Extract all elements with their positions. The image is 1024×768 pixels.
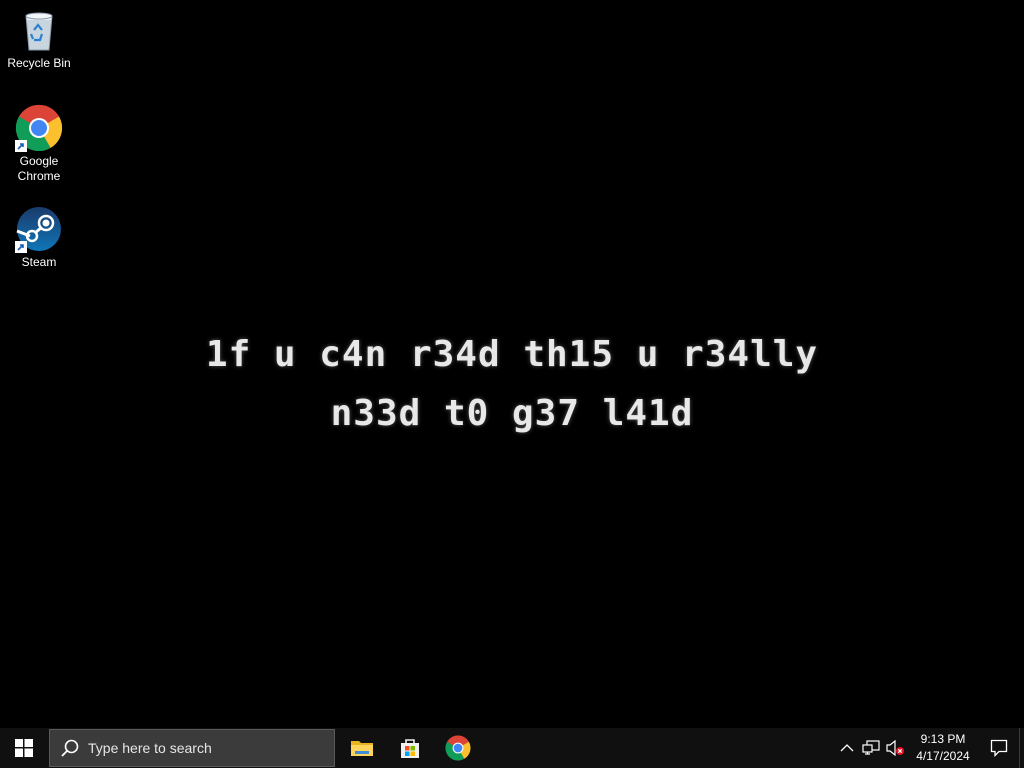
volume-button[interactable] [883,728,907,768]
clock-date: 4/17/2024 [916,749,970,763]
desktop-icon-label: Google Chrome [17,154,61,183]
network-icon [862,740,880,755]
search-placeholder: Type here to search [88,740,212,756]
start-button[interactable] [0,728,48,768]
chrome-icon [445,735,471,761]
show-desktop-button[interactable] [1019,728,1024,768]
desktop-icon-recycle-bin[interactable]: Recycle Bin [2,6,76,71]
network-button[interactable] [859,728,883,768]
recycle-bin-icon [15,6,63,54]
steam-icon [15,205,63,253]
action-center-button[interactable] [979,728,1019,768]
show-hidden-icons-button[interactable] [835,728,859,768]
search-box[interactable]: Type here to search [49,729,335,767]
clock-time: 9:13 PM [920,732,966,746]
action-center-icon [990,739,1008,757]
windows-start-icon [15,739,33,757]
file-explorer-icon [351,741,373,756]
taskbar: Type here to search 9:13 PM 4/17/2024 [0,728,1024,768]
taskbar-google-chrome[interactable] [434,728,482,768]
volume-muted-icon [886,740,904,756]
taskbar-microsoft-store[interactable] [386,728,434,768]
chevron-up-icon [840,744,854,752]
desktop: Recycle Bin Google Chrome Steam 1f u c4n… [0,0,1024,728]
shortcut-arrow-icon [15,140,27,152]
search-icon [61,739,79,757]
wallpaper-text-line-2: n33d t0 g37 l41d [330,393,694,434]
system-tray: 9:13 PM 4/17/2024 [835,728,1024,768]
desktop-icon-google-chrome[interactable]: Google Chrome [2,104,76,184]
wallpaper-text-line-1: 1f u c4n r34d th15 u r34lly [205,334,819,375]
shortcut-arrow-icon [15,241,27,253]
desktop-icon-steam[interactable]: Steam [2,205,76,270]
desktop-icon-label: Recycle Bin [7,56,71,70]
store-icon [401,739,419,758]
clock[interactable]: 9:13 PM 4/17/2024 [907,728,979,768]
chrome-icon [15,104,63,152]
taskbar-file-explorer[interactable] [338,728,386,768]
desktop-icon-label: Steam [21,255,57,269]
